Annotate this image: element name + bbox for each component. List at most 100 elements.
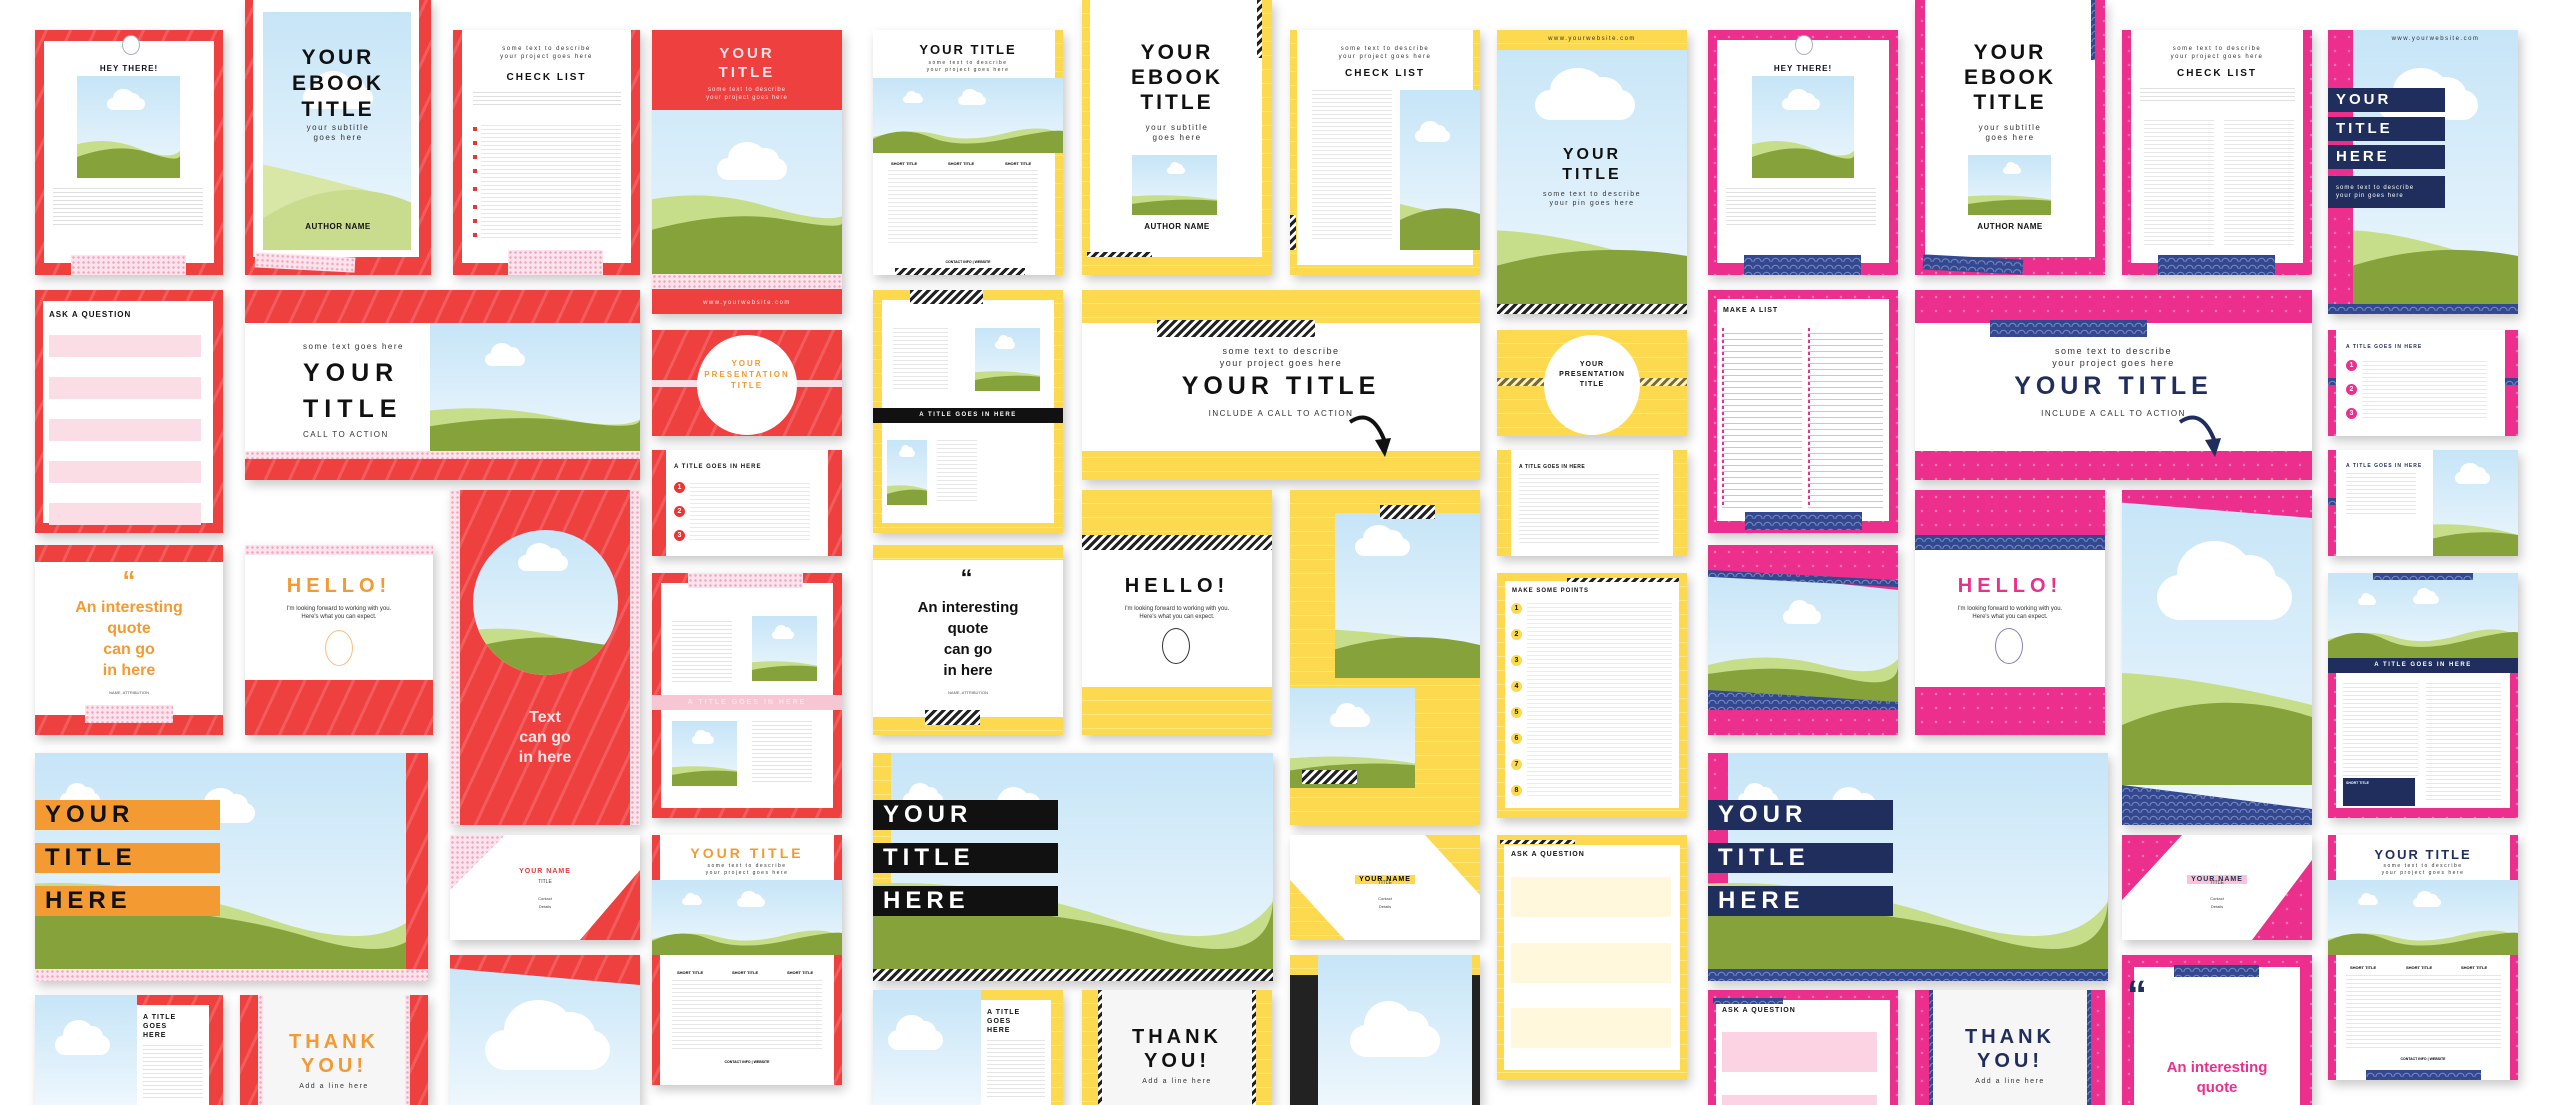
- hey-there-heading: HEY THERE!: [1773, 64, 1833, 73]
- card-hey-there-pink: HEY THERE!: [1708, 30, 1898, 275]
- business-title: TITLE: [1378, 880, 1392, 886]
- answer-box: [49, 461, 201, 483]
- quote-icon: “: [960, 565, 976, 592]
- author-name: AUTHOR NAME: [305, 222, 371, 231]
- card-two-image-red: A TITLE GOES IN HERE: [652, 573, 842, 818]
- newsletter-title: YOUR TITLE: [690, 845, 804, 861]
- card-ask-question-red: ASK A QUESTION: [35, 290, 223, 533]
- card-presentation-red: YOUR PRESENTATION TITLE: [652, 330, 842, 436]
- add-line: Add a line here: [1975, 1078, 2045, 1085]
- title-bar-line-1: YOUR: [873, 800, 1058, 830]
- card-banner-yellow: some text to describe your project goes …: [1082, 290, 1480, 480]
- landscape-image: [77, 76, 180, 178]
- describe-text: some text to describe your project goes …: [2170, 46, 2264, 60]
- body-text: [690, 483, 810, 543]
- curved-arrow-icon: [2178, 415, 2221, 457]
- website-text: www.yourwebsite.com: [703, 300, 791, 306]
- call-to-action[interactable]: INCLUDE A CALL TO ACTION: [1915, 409, 2312, 418]
- card-collage-yellow: [1290, 490, 1480, 825]
- thank-you: THANK YOU!: [1965, 1026, 2055, 1072]
- card-hello-red: HELLO! I'm looking forward to working wi…: [245, 545, 433, 735]
- business-contact: Contact Details: [2210, 896, 2224, 909]
- list-column: [1722, 328, 1802, 508]
- describe-text: some text to describe your project goes …: [500, 46, 593, 60]
- title-bar-line-1: YOUR: [35, 800, 220, 830]
- call-to-action[interactable]: INCLUDE A CALL TO ACTION: [1082, 409, 1480, 418]
- business-contact: Contact Details: [1378, 896, 1392, 909]
- hello-text: I'm looking forward to working with you.…: [1957, 606, 2063, 620]
- side-title: A TITLE GOES HERE: [987, 1009, 1021, 1034]
- short-title-box: SHORT TITLE: [2343, 778, 2415, 806]
- card-newsletter-pink: A TITLE GOES IN HERE SHORT TITLE: [2328, 573, 2518, 818]
- pin-icon: [1795, 35, 1813, 55]
- curved-arrow-icon: [1348, 415, 1391, 457]
- checklist-column: [2224, 120, 2294, 245]
- list-bullets: [1808, 328, 1810, 508]
- banner-title: YOUR TITLE: [303, 359, 403, 423]
- photo-placeholder: [1162, 628, 1190, 664]
- answer-box: [1511, 1008, 1671, 1048]
- title-bar-line-3: HERE: [35, 886, 220, 916]
- card-side-title-red: A TITLE GOES HERE: [35, 995, 223, 1105]
- quote-icon: “: [122, 565, 136, 595]
- body-text: [672, 621, 732, 683]
- hello-heading: HELLO!: [286, 575, 392, 597]
- card-pin-pink: www.yourwebsite.com YOUR TITLE HERE some…: [2328, 30, 2518, 314]
- card-numbered-red: A TITLE GOES IN HERE 1 2 3: [652, 450, 842, 556]
- newsletter-title: YOUR TITLE: [2374, 847, 2472, 862]
- presentation-title: YOUR PRESENTATION TITLE: [704, 359, 790, 390]
- author-name: AUTHOR NAME: [1144, 222, 1210, 231]
- column-title: SHORT TITLE: [2406, 965, 2433, 970]
- card-tall-cloud-pink: [2122, 490, 2312, 825]
- body-text: [1726, 188, 1876, 228]
- banner-describe: some text to describe your project goes …: [1219, 346, 1343, 368]
- number-badge: 1: [674, 482, 685, 493]
- number-badge: 2: [1511, 629, 1522, 640]
- title-bar-line-2: TITLE: [1708, 843, 1893, 873]
- hello-heading: HELLO!: [1957, 575, 2063, 597]
- thank-you: THANK YOU!: [289, 1031, 379, 1077]
- card-thank-you-yellow: THANK YOU! Add a line here: [1082, 990, 1272, 1105]
- column-title: SHORT TITLE: [2461, 965, 2488, 970]
- tape-decoration: [85, 705, 173, 723]
- slide-heading: A TITLE GOES IN HERE: [2346, 344, 2423, 350]
- card-pin-yellow: www.yourwebsite.com YOUR TITLE some text…: [1497, 30, 1687, 314]
- pin-describe: some text to describe your project goes …: [706, 87, 788, 101]
- body-text: [2346, 473, 2416, 515]
- landscape-image: [2433, 450, 2518, 556]
- pin-title-line-1: YOUR: [2328, 88, 2445, 112]
- tape-decoration: [508, 250, 603, 275]
- quote-text: An interesting quote can go in here: [917, 599, 1019, 679]
- answer-box: [49, 377, 201, 399]
- pin-title-line-3: HERE: [2328, 145, 2445, 169]
- column-title: SHORT TITLE: [787, 970, 814, 975]
- card-banner-pink: some text to describe your project goes …: [1915, 290, 2312, 480]
- card-hello-yellow: HELLO! I'm looking forward to working wi…: [1082, 490, 1272, 735]
- card-big-title-pink: YOUR TITLE HERE: [1708, 753, 2108, 981]
- make-points-heading: MAKE SOME POINTS: [1512, 588, 1590, 594]
- body-text: [937, 440, 977, 502]
- checklist-heading: CHECK LIST: [1345, 68, 1425, 79]
- card-quote-pink: “ An interesting quote: [2122, 955, 2312, 1105]
- circle-image: [473, 530, 618, 675]
- hello-heading: HELLO!: [1124, 575, 1230, 597]
- tape-decoration: [2158, 255, 2275, 275]
- title-bar-line-2: TITLE: [873, 843, 1058, 873]
- band-heading: A TITLE GOES IN HERE: [652, 695, 842, 710]
- body-text: [2346, 975, 2501, 1050]
- banner-title: YOUR TITLE: [2014, 372, 2213, 400]
- number-badge: 3: [1511, 655, 1522, 666]
- card-ebook-pink: YOUR EBOOK TITLE your subtitle goes here…: [1915, 0, 2105, 275]
- card-checklist-pink: some text to describe your project goes …: [2122, 30, 2312, 275]
- make-list-heading: MAKE A LIST: [1723, 307, 1779, 314]
- intro-text: [473, 92, 621, 106]
- card-hello-pink: HELLO! I'm looking forward to working wi…: [1915, 490, 2105, 735]
- hello-text: I'm looking forward to working with you.…: [286, 606, 392, 620]
- answer-box: [49, 503, 201, 525]
- slide-heading: A TITLE GOES IN HERE: [2346, 463, 2423, 469]
- card-big-title-yellow: YOUR TITLE HERE: [873, 753, 1273, 981]
- answer-box: [49, 419, 201, 441]
- call-to-action[interactable]: CALL TO ACTION: [303, 430, 389, 439]
- contact-website: CONTACT INFO | WEBSITE: [2400, 1057, 2446, 1061]
- checklist-column: [2144, 120, 2214, 245]
